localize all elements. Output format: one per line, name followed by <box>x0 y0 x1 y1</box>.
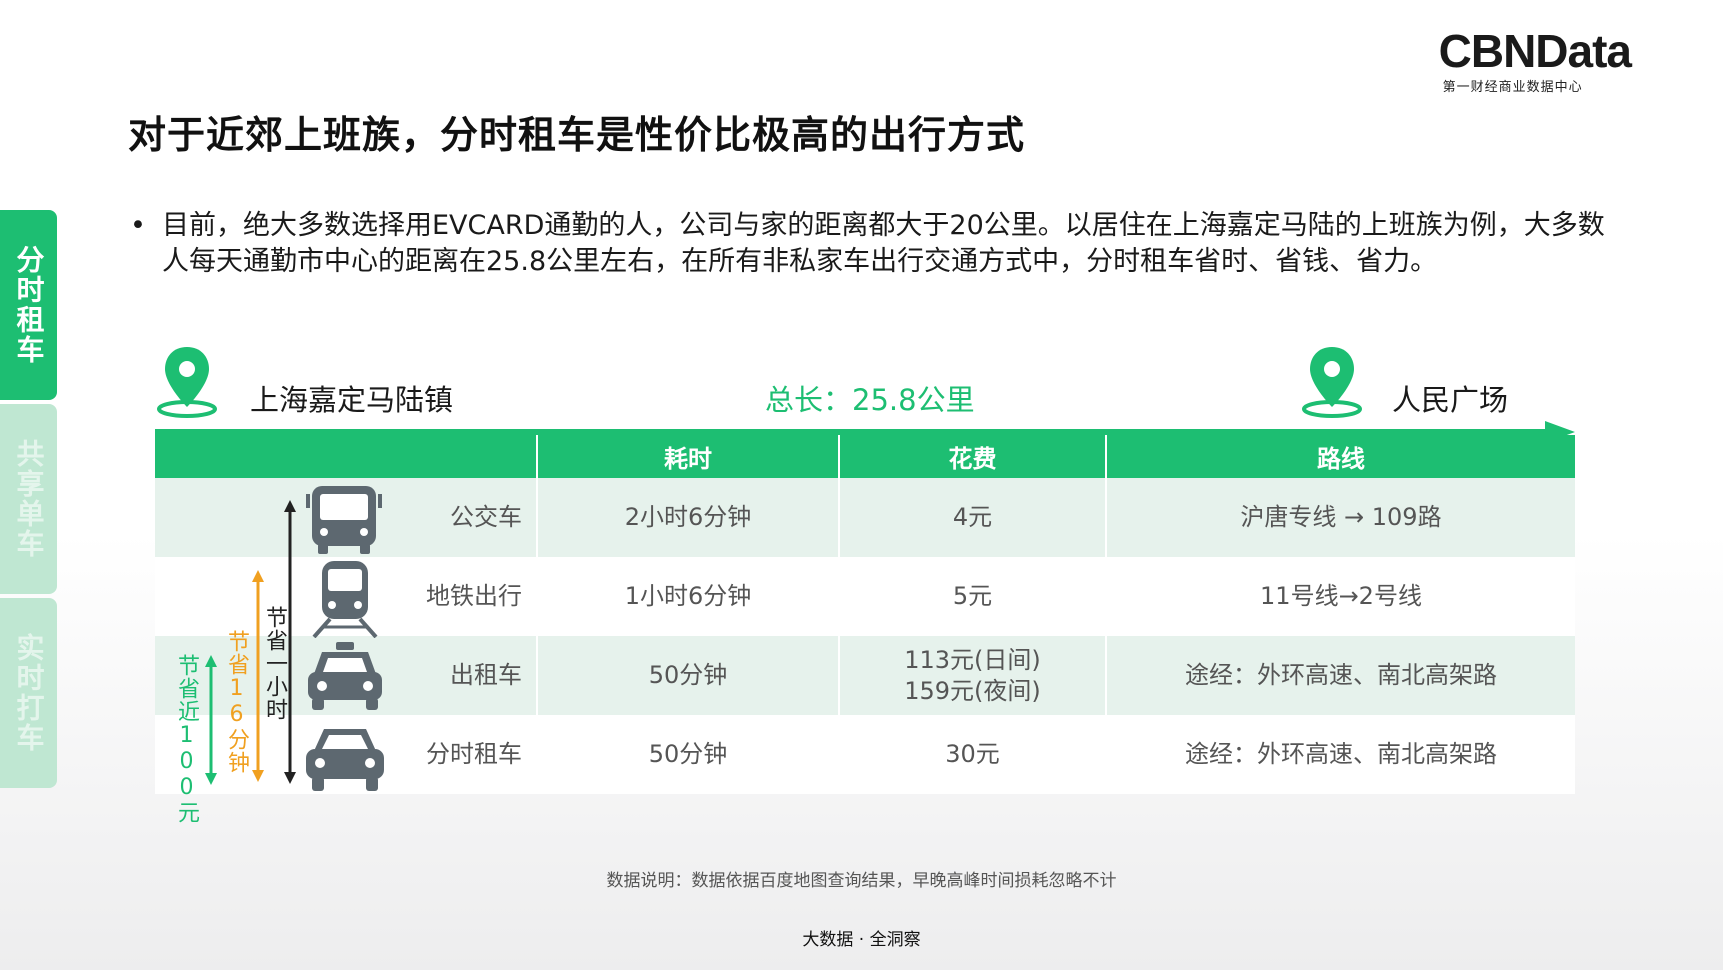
side-tab-ride-hailing[interactable]: 实时打车 <box>0 598 57 788</box>
location-pin-icon <box>157 347 217 418</box>
footer-slogan: 大数据 · 全洞察 <box>802 930 921 950</box>
cbndata-logo: CBNData 第一财经商业数据中心 <box>1438 25 1632 95</box>
bullet-dot: • <box>130 210 146 241</box>
time-cell: 50分钟 <box>536 636 839 715</box>
table-header-row: 耗时 花费 路线 <box>155 435 1575 478</box>
side-tab-timeshare-rental[interactable]: 分时租车 <box>0 210 57 400</box>
cost-cell: 113元(日间) 159元(夜间) <box>838 636 1106 715</box>
savings-arrow-green-icon <box>205 655 217 785</box>
side-tab-bike-sharing[interactable]: 共享单车 <box>0 404 57 594</box>
location-pin-icon <box>1302 347 1362 418</box>
route-start: 上海嘉定马陆镇 <box>250 383 454 417</box>
route-cell: 11号线→2号线 <box>1105 557 1575 636</box>
route-end: 人民广场 <box>1392 383 1509 417</box>
route-total-distance: 总长：25.8公里 <box>765 383 975 417</box>
time-cell: 50分钟 <box>536 715 839 794</box>
route-cell: 途经：外环高速、南北高架路 <box>1105 636 1575 715</box>
logo-subtitle: 第一财经商业数据中心 <box>1442 80 1583 95</box>
savings-label-cost: 节省近100元 <box>174 654 199 824</box>
cost-cell: 30元 <box>838 715 1106 794</box>
savings-label-time-vs-subway: 节省16分钟 <box>224 630 249 774</box>
time-cell: 2小时6分钟 <box>536 478 839 557</box>
bullet-text: 目前，绝大多数选择用EVCARD通勤的人，公司与家的距离都大于20公里。以居住在… <box>162 210 1605 277</box>
route-banner: 上海嘉定马陆镇 总长：25.8公里 人民广场 <box>155 345 1575 443</box>
logo-wordmark: CBNData <box>1438 25 1632 77</box>
header-mode <box>155 435 537 478</box>
bullet-paragraph: • 目前，绝大多数选择用EVCARD通勤的人，公司与家的距离都大于20公里。以居… <box>130 208 1610 280</box>
subway-icon <box>312 561 378 638</box>
side-tabs: 分时租车 共享单车 实时打车 <box>0 210 58 792</box>
route-cell: 途经：外环高速、南北高架路 <box>1105 715 1575 794</box>
taxi-icon <box>308 642 382 710</box>
cost-cell: 5元 <box>838 557 1106 636</box>
car-icon <box>306 729 384 791</box>
bus-icon <box>306 486 382 554</box>
header-cost: 花费 <box>838 435 1106 478</box>
page-title: 对于近郊上班族，分时租车是性价比极高的出行方式 <box>128 113 1026 157</box>
data-note: 数据说明：数据依据百度地图查询结果，早晚高峰时间损耗忽略不计 <box>606 871 1117 891</box>
savings-label-time-vs-bus: 节省一小时 <box>262 606 287 721</box>
cost-cell: 4元 <box>838 478 1106 557</box>
route-cell: 沪唐专线 → 109路 <box>1105 478 1575 557</box>
header-route: 路线 <box>1105 435 1575 478</box>
time-cell: 1小时6分钟 <box>536 557 839 636</box>
header-time: 耗时 <box>536 435 839 478</box>
